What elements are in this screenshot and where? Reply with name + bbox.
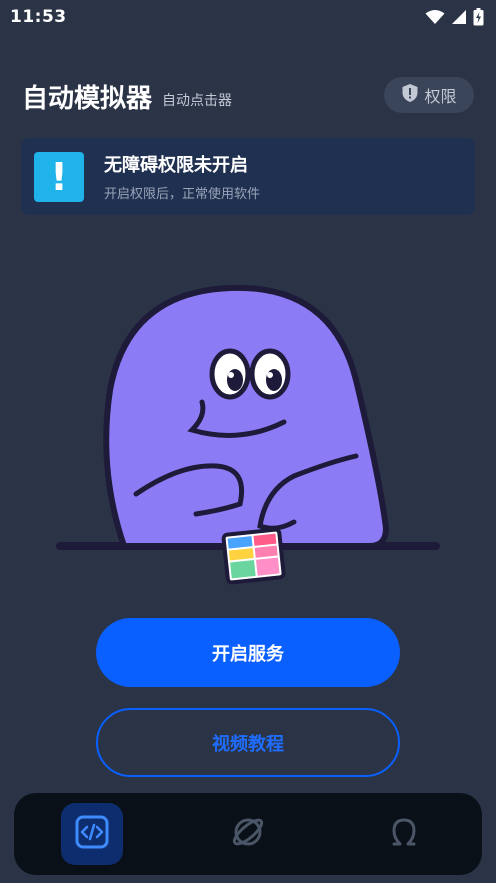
app-header: 自动模拟器 自动点击器 权限 xyxy=(22,76,474,116)
nav-item-discover[interactable] xyxy=(217,803,279,865)
app-subtitle: 自动点击器 xyxy=(162,93,233,109)
warning-description: 开启权限后，正常使用软件 xyxy=(104,187,261,202)
shield-icon xyxy=(401,83,419,107)
status-icons xyxy=(425,8,484,26)
accessibility-warning-card[interactable]: ! 无障碍权限未开启 开启权限后，正常使用软件 xyxy=(21,138,475,215)
signal-icon xyxy=(451,9,467,25)
phone-icon xyxy=(221,527,286,585)
permission-label: 权限 xyxy=(424,87,457,106)
warning-text: 无障碍权限未开启 开启权限后，正常使用软件 xyxy=(104,151,260,202)
mascot-body xyxy=(103,284,389,549)
video-tutorial-button[interactable]: 视频教程 xyxy=(96,708,400,777)
status-time: 11:53 xyxy=(10,7,67,27)
code-icon xyxy=(74,814,110,854)
bottom-nav xyxy=(14,793,482,875)
battery-charging-icon xyxy=(473,8,484,26)
nav-item-profile[interactable] xyxy=(373,803,435,865)
planet-icon xyxy=(230,814,266,854)
wifi-icon xyxy=(425,9,445,25)
nav-item-code[interactable] xyxy=(61,803,123,865)
exclamation-icon: ! xyxy=(34,151,84,202)
warning-title: 无障碍权限未开启 xyxy=(104,155,248,176)
app-title: 自动模拟器 xyxy=(22,83,153,114)
permission-button[interactable]: 权限 xyxy=(384,77,474,113)
mascot-illustration xyxy=(56,284,440,585)
profile-icon xyxy=(386,814,422,854)
start-service-button[interactable]: 开启服务 xyxy=(96,618,400,687)
status-bar: 11:53 xyxy=(0,0,496,34)
